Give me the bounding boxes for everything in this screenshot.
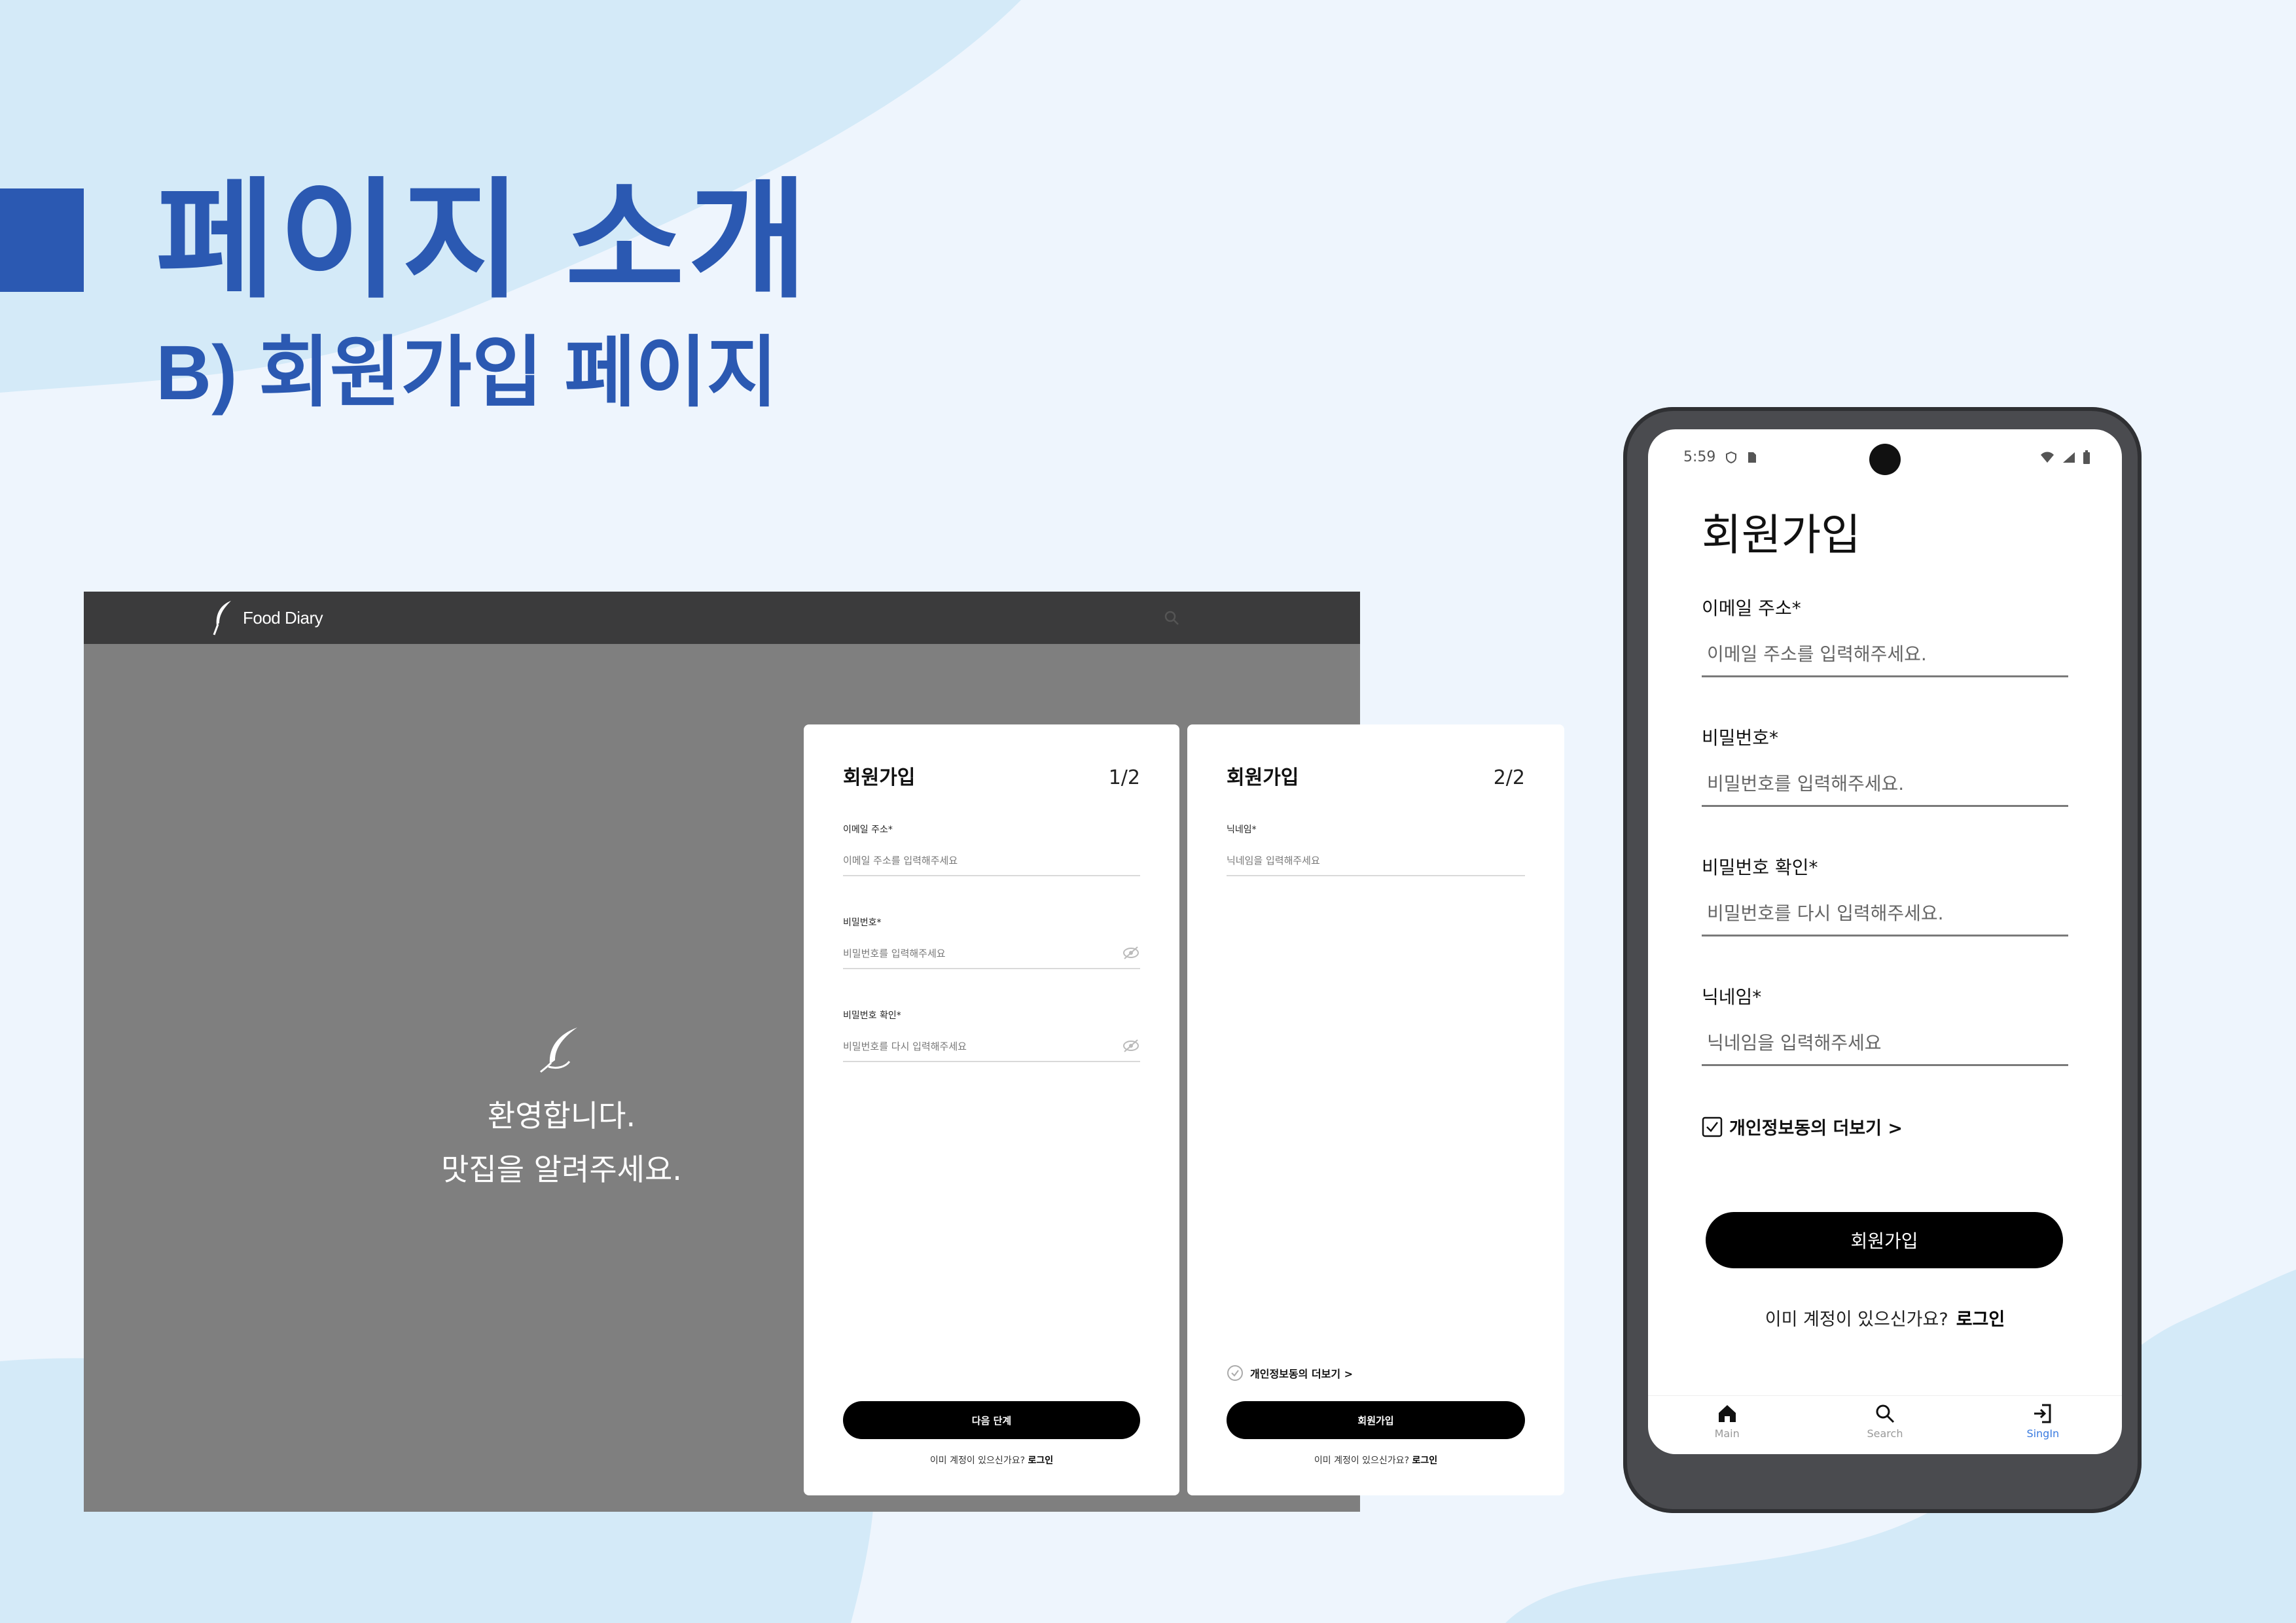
status-bar: 5:59 xyxy=(1683,449,1757,465)
login-prompt-text: 이미 계정이 있으신가요? xyxy=(1314,1455,1410,1466)
nickname-input[interactable]: 닉네임을 입력해주세요 xyxy=(1227,845,1525,876)
password-confirm-field: 비밀번호 확인* 비밀번호를 다시 입력해주세요. xyxy=(1702,853,2068,936)
email-input[interactable]: 이메일 주소를 입력해주세요. xyxy=(1702,640,2068,677)
checkbox-checked-icon[interactable] xyxy=(1702,1116,1723,1137)
top-navbar: Food Diary xyxy=(84,592,1360,644)
status-icons xyxy=(2039,450,2090,465)
password-label: 비밀번호* xyxy=(1702,727,1779,749)
password-input[interactable]: 비밀번호를 입력해주세요. xyxy=(1702,770,2068,807)
feather-icon xyxy=(539,1027,577,1073)
signal-icon xyxy=(2063,452,2075,463)
privacy-consent-label: 개인정보동의 더보기 > xyxy=(1250,1368,1354,1380)
email-input[interactable]: 이메일 주소를 입력해주세요 xyxy=(843,845,1140,876)
password-field: 비밀번호* 비밀번호를 입력해주세요. xyxy=(1702,724,2068,807)
password-confirm-label: 비밀번호 확인* xyxy=(843,1010,901,1021)
nickname-field: 닉네임* 닉네임을 입력해주세요 xyxy=(1227,823,1525,876)
nickname-label: 닉네임* xyxy=(1702,986,1762,1008)
slide-title: 페이지 소개 xyxy=(156,168,812,313)
login-icon xyxy=(2034,1404,2051,1423)
email-placeholder: 이메일 주소를 입력해주세요 xyxy=(843,854,958,866)
login-link[interactable]: 로그인 xyxy=(1028,1455,1053,1466)
email-label: 이메일 주소* xyxy=(843,825,893,835)
signup-card-step1: 회원가입 1/2 이메일 주소* 이메일 주소를 입력해주세요 비밀번호* 비밀… xyxy=(804,724,1179,1495)
card-header: 회원가입 1/2 xyxy=(843,761,1140,790)
signup-card-step2: 회원가입 2/2 닉네임* 닉네임을 입력해주세요 개인정보동의 더보기 > 회… xyxy=(1187,724,1564,1495)
next-step-button[interactable]: 다음 단계 xyxy=(843,1401,1140,1439)
slide-subtitle: B) 회원가입 페이지 xyxy=(156,330,778,416)
welcome-subtext: 맛집을 알려주세요. xyxy=(441,1152,682,1187)
status-time: 5:59 xyxy=(1683,449,1716,465)
nav-item-signin[interactable]: SingIn xyxy=(1964,1396,2122,1454)
login-link[interactable]: 로그인 xyxy=(1956,1310,2005,1330)
login-prompt: 이미 계정이 있으신가요? 로그인 xyxy=(804,1454,1179,1467)
nav-item-search[interactable]: Search xyxy=(1806,1396,1964,1454)
step-indicator: 2/2 xyxy=(1493,766,1525,789)
signup-button[interactable]: 회원가입 xyxy=(1706,1212,2063,1268)
card-header: 회원가입 2/2 xyxy=(1227,761,1525,790)
feather-icon xyxy=(213,601,231,635)
password-confirm-input[interactable]: 비밀번호를 다시 입력해주세요 xyxy=(843,1031,1140,1062)
eye-off-icon[interactable] xyxy=(1122,1039,1140,1053)
battery-icon xyxy=(2083,450,2090,464)
wifi-icon xyxy=(2041,452,2054,463)
email-field: 이메일 주소* 이메일 주소를 입력해주세요. xyxy=(1702,594,2068,677)
eye-off-icon[interactable] xyxy=(1122,946,1140,960)
front-camera xyxy=(1869,444,1901,475)
password-confirm-label: 비밀번호 확인* xyxy=(1702,857,1818,878)
brand-name: Food Diary xyxy=(243,607,323,628)
password-confirm-input[interactable]: 비밀번호를 다시 입력해주세요. xyxy=(1702,899,2068,936)
privacy-consent-label: 개인정보동의 더보기 > xyxy=(1729,1118,1903,1139)
privacy-consent[interactable]: 개인정보동의 더보기 > xyxy=(1227,1364,1353,1382)
privacy-consent[interactable]: 개인정보동의 더보기 > xyxy=(1702,1114,1903,1139)
login-prompt-text: 이미 계정이 있으신가요? xyxy=(929,1455,1026,1466)
search-icon[interactable] xyxy=(1162,609,1181,627)
search-icon xyxy=(1876,1404,1895,1423)
login-prompt: 이미 계정이 있으신가요? 로그인 xyxy=(1187,1454,1564,1467)
nickname-label: 닉네임* xyxy=(1227,825,1257,835)
step-indicator: 1/2 xyxy=(1108,766,1140,789)
card-title: 회원가입 xyxy=(1227,766,1299,789)
bottom-navigation: Main Search SingIn xyxy=(1648,1395,2122,1454)
nav-item-main[interactable]: Main xyxy=(1648,1396,1806,1454)
title-accent-block xyxy=(0,188,84,292)
welcome-hero: 환영합니다. 맛집을 알려주세요. xyxy=(352,1024,771,1196)
login-prompt-text: 이미 계정이 있으신가요? xyxy=(1765,1310,1948,1330)
nickname-field: 닉네임* 닉네임을 입력해주세요 xyxy=(1702,983,2068,1066)
password-field: 비밀번호* 비밀번호를 입력해주세요 xyxy=(843,916,1140,969)
home-icon xyxy=(1718,1405,1736,1422)
nav-label: SingIn xyxy=(2026,1427,2060,1440)
nav-label: Search xyxy=(1867,1427,1903,1440)
shield-icon xyxy=(1726,451,1737,463)
signup-button[interactable]: 회원가입 xyxy=(1227,1401,1525,1439)
page-title: 회원가입 xyxy=(1702,510,1861,560)
login-prompt: 이미 계정이 있으신가요? 로그인 xyxy=(1648,1305,2122,1330)
nav-label: Main xyxy=(1714,1427,1740,1440)
card-title: 회원가입 xyxy=(843,766,916,789)
sim-card-icon xyxy=(1748,452,1757,463)
password-placeholder: 비밀번호를 입력해주세요 xyxy=(843,947,946,959)
password-confirm-field: 비밀번호 확인* 비밀번호를 다시 입력해주세요 xyxy=(843,1008,1140,1062)
login-link[interactable]: 로그인 xyxy=(1412,1455,1437,1466)
email-label: 이메일 주소* xyxy=(1702,597,1801,619)
check-circle-icon[interactable] xyxy=(1227,1364,1244,1382)
mobile-signup-screen: 5:59 회원가입 이메일 주소* 이메일 주소를 입력해주세요. 비밀번호* … xyxy=(1648,429,2122,1454)
password-confirm-placeholder: 비밀번호를 다시 입력해주세요 xyxy=(843,1040,967,1052)
email-field: 이메일 주소* 이메일 주소를 입력해주세요 xyxy=(843,823,1140,876)
password-label: 비밀번호* xyxy=(843,918,882,928)
nickname-placeholder: 닉네임을 입력해주세요 xyxy=(1227,854,1320,866)
brand-logo[interactable]: Food Diary xyxy=(211,599,323,636)
nickname-input[interactable]: 닉네임을 입력해주세요 xyxy=(1702,1029,2068,1066)
password-input[interactable]: 비밀번호를 입력해주세요 xyxy=(843,938,1140,969)
welcome-text: 환영합니다. xyxy=(487,1098,636,1133)
